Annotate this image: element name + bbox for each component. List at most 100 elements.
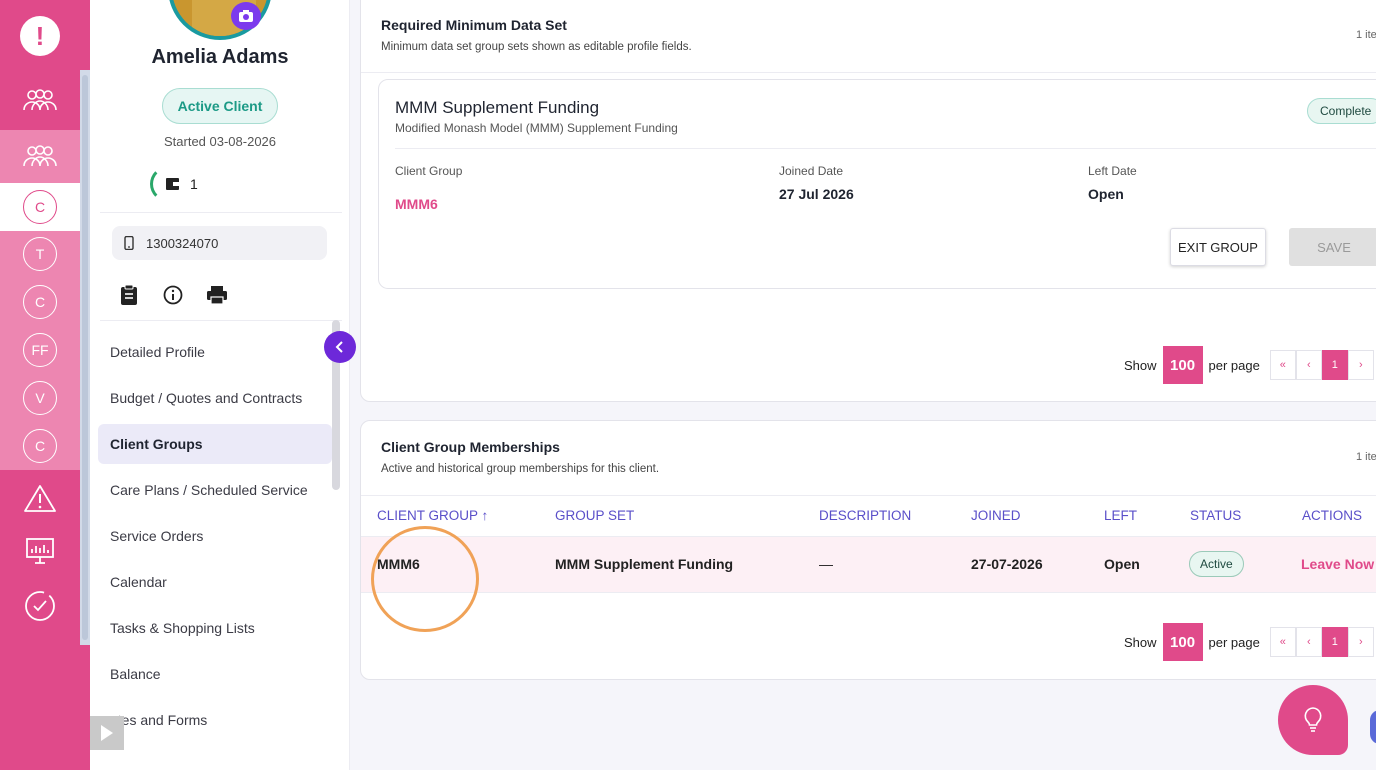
collapse-panel-button[interactable] (324, 331, 356, 363)
clipboard-icon[interactable] (118, 284, 140, 306)
prev-page-button[interactable]: ‹ (1295, 350, 1322, 380)
letter-avatar: C (23, 285, 57, 319)
memberships-card: Client Group Memberships Active and hist… (360, 420, 1376, 680)
divider (395, 148, 1376, 149)
exit-group-button[interactable]: EXIT GROUP (1170, 228, 1266, 266)
client-status-badge: Active Client (162, 88, 278, 124)
group-set-subtitle: Modified Monash Model (MMM) Supplement F… (395, 121, 678, 135)
warning-icon (24, 485, 56, 512)
exclamation-icon: ! (20, 16, 60, 56)
table-row[interactable]: MMM6 MMM Supplement Funding — 27-07-2026… (361, 537, 1376, 593)
rail-client-t[interactable]: T (0, 228, 80, 280)
client-group-label: Client Group (395, 164, 463, 178)
menu-item-client-groups[interactable]: Client Groups (98, 424, 332, 464)
print-icon[interactable] (206, 284, 228, 306)
people-icon (23, 89, 57, 111)
clock-check-icon (25, 591, 55, 621)
menu-item-balance[interactable]: Balance (98, 654, 332, 694)
status-badge: Active (1189, 551, 1244, 577)
letter-avatar: C (23, 190, 57, 224)
column-header-status[interactable]: STATUS (1190, 508, 1241, 523)
app-rail: ! C T C FF V C (0, 0, 90, 770)
joined-date-value: 27 Jul 2026 (779, 186, 854, 202)
column-header-left[interactable]: LEFT (1104, 508, 1137, 523)
page-button[interactable]: 1 (1321, 350, 1348, 380)
rail-client-ff[interactable]: FF (0, 324, 80, 376)
per-page-select[interactable]: 100 (1162, 623, 1203, 661)
alert-button[interactable]: ! (0, 10, 80, 62)
main-content: Required Minimum Data Set Minimum data s… (350, 0, 1376, 770)
cell-description: — (819, 556, 833, 572)
client-profile-panel: Amelia Adams Active Client Started 03-08… (90, 0, 350, 770)
expand-rail-button[interactable] (90, 716, 124, 750)
camera-icon (239, 10, 253, 22)
tips-button[interactable] (1278, 685, 1348, 755)
chat-launcher-button[interactable] (1370, 710, 1376, 744)
next-page-button[interactable]: › (1347, 627, 1374, 657)
menu-item-calendar[interactable]: Calendar (98, 562, 332, 602)
rail-client-c2[interactable]: C (0, 276, 80, 328)
rail-client-v[interactable]: V (0, 372, 80, 424)
column-header-client-group[interactable]: CLIENT GROUP ↑ (377, 508, 488, 523)
client-group-value[interactable]: MMM6 (395, 196, 438, 212)
save-button[interactable]: SAVE (1289, 228, 1376, 266)
prev-page-button[interactable]: ‹ (1295, 627, 1322, 657)
leave-now-link[interactable]: Leave Now (1301, 556, 1374, 572)
first-page-button[interactable]: « (1269, 627, 1296, 657)
menu-item-budget[interactable]: Budget / Quotes and Contracts (98, 378, 332, 418)
rail-client-c1[interactable]: C (0, 181, 80, 233)
required-dataset-card: Required Minimum Data Set Minimum data s… (360, 0, 1376, 402)
rail-scrollbar-thumb[interactable] (82, 75, 88, 640)
lightbulb-icon (1304, 707, 1322, 732)
pagination: Show 100 per page « ‹ 1 › (1124, 623, 1374, 661)
menu-item-tasks[interactable]: Tasks & Shopping Lists (98, 608, 332, 648)
groups-nav[interactable] (0, 130, 80, 182)
show-label: Show (1124, 357, 1157, 373)
reports-nav[interactable] (0, 525, 80, 577)
cell-left: Open (1104, 556, 1140, 572)
menu-item-detailed-profile[interactable]: Detailed Profile (98, 332, 332, 372)
divider (100, 212, 342, 213)
profile-actions (118, 284, 228, 306)
phone-field[interactable]: 1300324070 (112, 226, 327, 260)
wallet-summary[interactable]: 1 (150, 166, 198, 202)
first-page-button[interactable]: « (1269, 350, 1296, 380)
section-title: Client Group Memberships (381, 439, 560, 455)
item-count: 1 ite (1356, 29, 1376, 41)
phone-number: 1300324070 (146, 235, 219, 251)
change-photo-button[interactable] (231, 2, 261, 30)
menu-item-care-plans[interactable]: Care Plans / Scheduled Service (98, 470, 332, 510)
section-title: Required Minimum Data Set (381, 17, 567, 33)
complete-badge: Complete (1307, 98, 1376, 124)
presentation-chart-icon (26, 538, 54, 564)
item-count: 1 ite (1356, 451, 1376, 463)
letter-avatar: V (23, 381, 57, 415)
left-date-value: Open (1088, 186, 1124, 202)
page-button[interactable]: 1 (1321, 627, 1348, 657)
letter-avatar: T (23, 237, 57, 271)
divider (361, 72, 1376, 73)
incidents-nav[interactable] (0, 472, 80, 524)
column-header-group-set[interactable]: GROUP SET (555, 508, 634, 523)
column-header-joined[interactable]: JOINED (971, 508, 1021, 523)
section-subtitle: Minimum data set group sets shown as edi… (381, 41, 692, 53)
menu-item-service-orders[interactable]: Service Orders (98, 516, 332, 556)
divider (100, 320, 342, 321)
cell-joined: 27-07-2026 (971, 556, 1043, 572)
click-highlight-ring (371, 526, 479, 632)
rail-client-c3[interactable]: C (0, 420, 80, 472)
info-icon[interactable] (162, 284, 184, 306)
per-page-select[interactable]: 100 (1162, 346, 1203, 384)
next-page-button[interactable]: › (1347, 350, 1374, 380)
profile-menu: Detailed Profile Budget / Quotes and Con… (98, 332, 332, 746)
clients-nav[interactable] (0, 74, 80, 126)
wallet-count: 1 (190, 176, 198, 192)
client-name: Amelia Adams (151, 46, 289, 68)
left-date-label: Left Date (1088, 164, 1137, 178)
column-header-description[interactable]: DESCRIPTION (819, 508, 911, 523)
timesheets-nav[interactable] (0, 580, 80, 632)
mobile-phone-icon (124, 236, 134, 250)
chevron-left-icon (335, 341, 343, 353)
group-set-card: MMM Supplement Funding Modified Monash M… (378, 79, 1376, 289)
menu-item-notes-forms[interactable]: otes and Forms (98, 700, 332, 740)
